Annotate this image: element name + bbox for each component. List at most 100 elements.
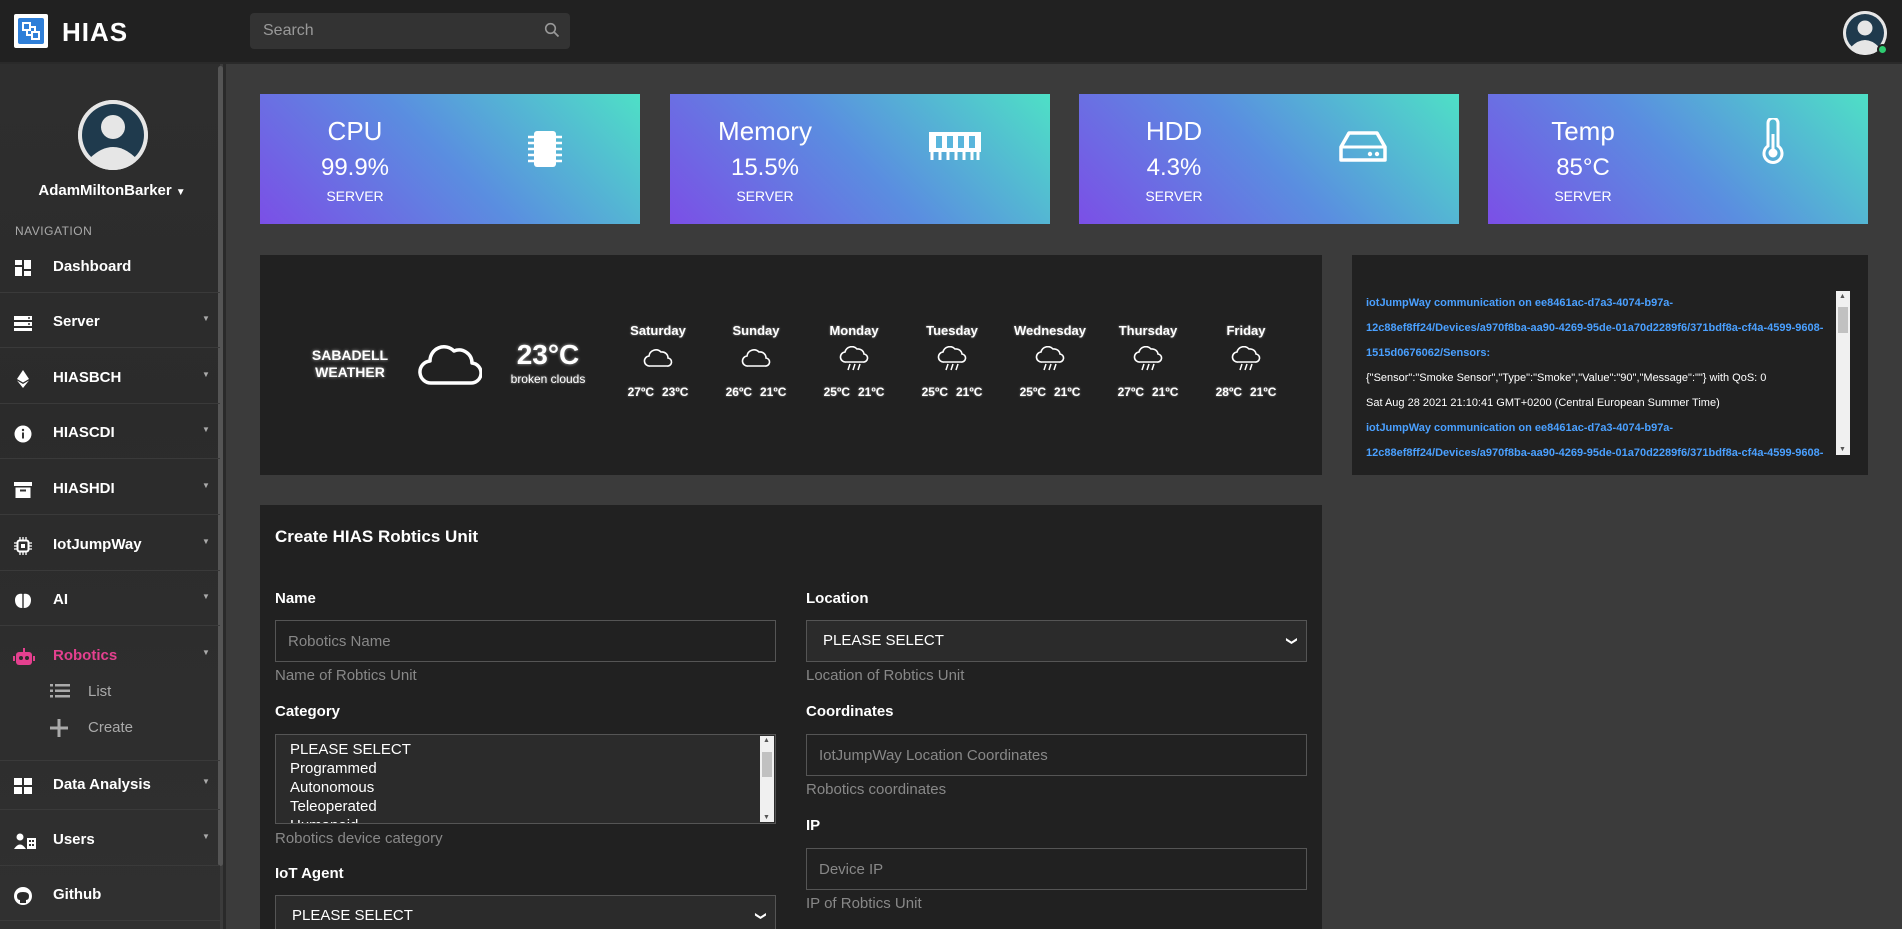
profile-name-toggle[interactable]: AdamMiltonBarker ▼ (0, 182, 224, 199)
weather-day-low: 21ºC (956, 385, 983, 399)
brain-icon (15, 593, 31, 608)
weather-day-low: 21ºC (1054, 385, 1081, 399)
search-icon[interactable] (544, 22, 560, 38)
nav-item-github[interactable]: Github (0, 871, 220, 921)
nav-label-ai: AI (53, 591, 68, 608)
weather-day-low: 23ºC (662, 385, 689, 399)
nav-item-hiascdi[interactable]: HIASCDI ▼ (0, 409, 220, 459)
online-status-dot (1877, 44, 1888, 55)
category-listbox[interactable]: PLEASE SELECT Programmed Autonomous Tele… (275, 734, 776, 824)
users-icon (14, 833, 36, 849)
stat-card-memory: Memory 15.5% SERVER (670, 94, 1050, 224)
category-help: Robotics device category (275, 830, 443, 847)
weather-day-high: 27ºC (1117, 385, 1144, 399)
name-help: Name of Robtics Unit (275, 667, 417, 684)
sidebar-subitem-list[interactable]: List (0, 675, 220, 709)
brand-name[interactable]: HIAS (62, 17, 128, 48)
caret-down-icon: ▼ (202, 314, 210, 323)
category-scrollbar[interactable]: ▲ ▼ (760, 736, 774, 822)
nav-item-hiasbch[interactable]: HIASBCH ▼ (0, 354, 220, 404)
profile-avatar[interactable] (78, 100, 148, 170)
nav-label-robotics: Robotics (53, 647, 118, 664)
log-scrollbar[interactable]: ▲ ▼ (1836, 291, 1850, 455)
log-line: iotJumpWay communication on ee8461ac-d7a… (1366, 422, 1674, 434)
logo-icon (18, 18, 44, 44)
weather-day-friday: Friday 28ºC 21ºC (1206, 323, 1286, 399)
coordinates-input[interactable] (806, 734, 1307, 776)
category-option[interactable]: Humanoid (276, 816, 775, 823)
nav-label-data-analysis: Data Analysis (53, 776, 151, 793)
name-label: Name (275, 590, 316, 607)
nav-label-hiashdi: HIASHDI (53, 480, 115, 497)
iot-log-content[interactable]: iotJumpWay communication on ee8461ac-d7a… (1366, 291, 1841, 459)
stat-subtitle: SERVER (326, 188, 384, 204)
nav-item-ai[interactable]: AI ▼ (0, 576, 220, 626)
stat-card-temp: Temp 85°C SERVER (1488, 94, 1868, 224)
category-option[interactable]: PLEASE SELECT (276, 740, 775, 759)
hias-logo[interactable] (14, 14, 48, 48)
weather-day-thursday: Thursday 27ºC 21ºC (1108, 323, 1188, 399)
nav-item-data-analysis[interactable]: Data Analysis ▼ (0, 760, 220, 810)
rain-icon (839, 345, 869, 371)
nav-item-iotjumpway[interactable]: IotJumpWay ▼ (0, 521, 220, 571)
github-icon (14, 887, 32, 905)
category-option[interactable]: Autonomous (276, 778, 775, 797)
chevron-down-icon: ❯ (754, 911, 767, 921)
category-option[interactable]: Teleoperated (276, 797, 775, 816)
log-scroll-thumb[interactable] (1838, 307, 1848, 333)
iot-agent-select[interactable]: PLEASE SELECT ❯ (275, 895, 776, 929)
list-icon (50, 684, 70, 698)
weather-city: SABADELL WEATHER (300, 347, 400, 381)
weather-day-name: Tuesday (926, 323, 978, 338)
search-input[interactable] (250, 13, 570, 49)
nav-item-server[interactable]: Server ▼ (0, 298, 220, 348)
scroll-up-icon[interactable]: ▲ (1839, 293, 1846, 300)
chevron-down-icon: ❯ (1285, 636, 1298, 646)
weather-day-monday: Monday 25ºC 21ºC (814, 323, 894, 399)
category-option[interactable]: Programmed (276, 759, 775, 778)
search-box (250, 13, 570, 49)
nav-item-users[interactable]: Users ▼ (0, 816, 220, 866)
cloud-icon (643, 349, 673, 367)
nav-label-github: Github (53, 886, 102, 903)
table-icon (14, 778, 32, 794)
stat-value: 4.3% (1146, 154, 1202, 181)
weather-day-sunday: Sunday 26ºC 21ºC (716, 323, 796, 399)
weather-day-high: 25ºC (1019, 385, 1046, 399)
robotics-name-input[interactable] (275, 620, 776, 662)
weather-day-low: 21ºC (858, 385, 885, 399)
stat-title: CPU (327, 116, 383, 146)
sidebar-subitem-create-label: Create (88, 719, 134, 736)
create-robotics-form: Create HIAS Robtics Unit Name Name of Ro… (260, 505, 1322, 929)
nav-item-dashboard[interactable]: Dashboard (0, 243, 220, 293)
nav-item-hiashdi[interactable]: HIASHDI ▼ (0, 465, 220, 515)
weather-day-high: 25ºC (823, 385, 850, 399)
archive-icon (14, 482, 32, 498)
category-scroll-thumb[interactable] (762, 752, 772, 777)
nav-label-hiasbch: HIASBCH (53, 369, 122, 386)
stat-value: 99.9% (320, 154, 390, 181)
caret-down-icon: ▼ (175, 187, 186, 198)
hdd-icon (1339, 131, 1387, 162)
caret-down-icon: ▼ (202, 481, 210, 490)
scroll-down-icon[interactable]: ▼ (1839, 446, 1846, 453)
weather-day-low: 21ºC (1250, 385, 1277, 399)
device-ip-input[interactable] (806, 848, 1307, 890)
plus-icon (50, 719, 68, 737)
nav-label-users: Users (53, 831, 95, 848)
weather-day-name: Wednesday (1013, 323, 1086, 338)
scroll-down-icon[interactable]: ▼ (763, 814, 770, 821)
cpu-chip-icon (528, 131, 562, 167)
stat-card-hdd: HDD 4.3% SERVER (1079, 94, 1459, 224)
weather-day-high: 26ºC (725, 385, 752, 399)
weather-day-name: Monday (829, 323, 879, 338)
sidebar-subitem-create[interactable]: Create (0, 711, 220, 745)
weather-city-name: SABADELL (311, 347, 389, 363)
rain-icon (1133, 345, 1163, 371)
rain-icon (1231, 345, 1261, 371)
coordinates-help: Robotics coordinates (806, 781, 947, 798)
weather-day-name: Thursday (1118, 323, 1178, 338)
scroll-up-icon[interactable]: ▲ (763, 737, 770, 744)
location-select[interactable]: PLEASE SELECT ❯ (806, 620, 1307, 662)
profile-name: AdamMiltonBarker (38, 182, 172, 199)
